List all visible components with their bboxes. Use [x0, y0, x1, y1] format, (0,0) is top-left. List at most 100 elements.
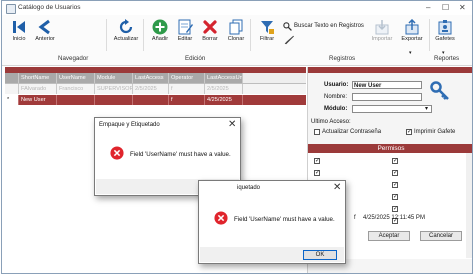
anterior-label: Anterior — [35, 36, 55, 42]
table-cell[interactable]: New User — [19, 95, 57, 105]
dialog-close-button[interactable]: ✕ — [333, 182, 341, 193]
import-icon — [375, 20, 389, 35]
group-label-navegador: Navegador — [58, 55, 89, 62]
clonar-label: Clonar — [227, 36, 245, 42]
actualizar-label: Actualizar — [113, 36, 139, 42]
table-cell[interactable]: 4/25/2025 — [205, 95, 243, 105]
row-indicator — [5, 84, 19, 94]
usuario-label: Usuario: — [324, 82, 349, 88]
gafetes-button[interactable]: Gafetes ▾ — [430, 19, 460, 56]
ribbon-separator — [106, 19, 107, 51]
permisos-header: Permisos — [308, 144, 472, 153]
delete-icon — [203, 20, 217, 34]
edit-icon — [178, 19, 193, 35]
filter-icon — [261, 21, 274, 34]
table-cell[interactable]: f — [169, 95, 205, 105]
dialog-title: Empaque y Etiquetado — [99, 122, 160, 128]
dialog-close-button[interactable]: ✕ — [228, 119, 236, 130]
importar-button[interactable]: Importar — [367, 19, 397, 49]
error-icon — [110, 146, 124, 160]
column-header[interactable]: Operator — [169, 73, 205, 83]
gafetes-label: Gafetes — [435, 36, 455, 42]
column-header[interactable]: LastAccess — [133, 73, 169, 83]
permiso-checkbox[interactable]: ✓ — [392, 170, 398, 176]
table-cell[interactable]: SUPERVISOR — [95, 84, 133, 94]
group-label-reportes: Reportes — [434, 55, 460, 62]
dialog-title: iquetado — [237, 185, 261, 191]
table-row-selected[interactable]: * New User f 4/25/2025 — [5, 95, 306, 105]
table-cell[interactable]: FAlvarado — [19, 84, 57, 94]
search-icon — [283, 22, 292, 31]
exportar-label: Exportar — [401, 36, 423, 42]
actualizar-contrasena-checkbox[interactable] — [314, 129, 320, 135]
permiso-checkbox[interactable]: ✓ — [392, 206, 398, 212]
buscar-button[interactable]: Buscar Texto en Registros — [283, 22, 373, 31]
panel-header-bar — [308, 67, 472, 73]
aceptar-button[interactable]: Aceptar — [368, 231, 410, 241]
actualizar-button[interactable]: Actualizar — [110, 19, 142, 49]
nombre-field[interactable] — [352, 93, 422, 101]
last-access-timestamp: 4/25/2025 12:11:45 PM — [363, 215, 425, 221]
brush-tool-button[interactable] — [283, 35, 295, 45]
column-header[interactable]: ShortName — [19, 73, 57, 83]
modulo-select[interactable] — [352, 105, 432, 113]
dialog-footer: OK — [200, 247, 344, 262]
table-cell[interactable] — [133, 95, 169, 105]
close-button[interactable]: ✕ — [459, 3, 466, 12]
table-cell[interactable] — [57, 95, 95, 105]
filtrar-button[interactable]: Filtrar — [252, 19, 282, 49]
table-cell[interactable]: 2/5/2025 — [133, 84, 169, 94]
title-bar: Catálogo de Usuarios – ☐ ✕ — [2, 1, 472, 15]
grid-header-row: ShortName UserName Module LastAccess Ope… — [5, 73, 306, 84]
maximize-button[interactable]: ☐ — [442, 3, 449, 12]
dialog-message: Field 'UserName' must have a value. — [234, 216, 335, 223]
permiso-checkbox[interactable]: ✓ — [392, 182, 398, 188]
cancelar-button[interactable]: Cancelar — [420, 231, 462, 241]
timestamp-prefix: f — [354, 215, 356, 221]
clonar-button[interactable]: Clonar — [221, 19, 251, 49]
app-icon — [6, 4, 16, 14]
exportar-dropdown-icon: ▾ — [409, 50, 412, 56]
permisos-scrollbar[interactable] — [466, 153, 472, 258]
key-icon[interactable] — [430, 81, 450, 101]
permiso-checkbox[interactable]: ✓ — [392, 194, 398, 200]
column-header[interactable]: LastAccessUn — [205, 73, 243, 83]
row-indicator-header — [5, 73, 19, 83]
error-dialog-2: iquetado ✕ Field 'UserName' must have a … — [198, 180, 346, 264]
error-icon — [214, 211, 228, 225]
permiso-checkbox[interactable]: ✓ — [314, 158, 320, 164]
permiso-checkbox[interactable]: ✓ — [314, 170, 320, 176]
usuario-field[interactable]: New User — [352, 81, 422, 89]
filtrar-label: Filtrar — [259, 36, 275, 42]
nombre-label: Nombre: — [324, 94, 348, 100]
minimize-button[interactable]: – — [426, 3, 430, 12]
export-icon — [405, 19, 419, 35]
ok-button[interactable]: OK — [303, 250, 337, 260]
anterior-button[interactable]: Anterior — [30, 19, 60, 49]
first-record-icon — [13, 21, 25, 33]
dialog-body: Field 'UserName' must have a value. — [200, 196, 344, 246]
clone-icon — [229, 19, 243, 35]
dialog-message: Field 'UserName' must have a value. — [130, 151, 231, 158]
importar-label: Importar — [371, 36, 393, 42]
buscar-label: Buscar Texto en Registros — [294, 23, 364, 29]
window-title: Catálogo de Usuarios — [18, 4, 81, 11]
table-cell[interactable]: f — [169, 84, 205, 94]
column-header[interactable]: Module — [95, 73, 133, 83]
modulo-dropdown-icon[interactable]: ▾ — [425, 105, 428, 112]
add-icon — [152, 19, 168, 35]
table-cell[interactable] — [95, 95, 133, 105]
permiso-checkbox[interactable]: ✓ — [392, 158, 398, 164]
actualizar-contrasena-label: Actualizar Contraseña — [322, 129, 382, 135]
brush-icon — [284, 35, 294, 45]
badge-icon — [438, 20, 452, 35]
table-cell[interactable]: 2/5/2025 — [205, 84, 243, 94]
table-cell[interactable]: Francisco — [57, 84, 95, 94]
group-label-edicion: Edición — [185, 55, 206, 62]
ribbon-separator — [143, 19, 144, 51]
modulo-label: Módulo: — [324, 106, 348, 112]
imprimir-gafete-checkbox[interactable]: ✓ — [406, 129, 412, 135]
exportar-button[interactable]: Exportar ▾ — [397, 19, 427, 56]
column-header[interactable]: UserName — [57, 73, 95, 83]
table-row[interactable]: FAlvarado Francisco SUPERVISOR 2/5/2025 … — [5, 84, 306, 94]
